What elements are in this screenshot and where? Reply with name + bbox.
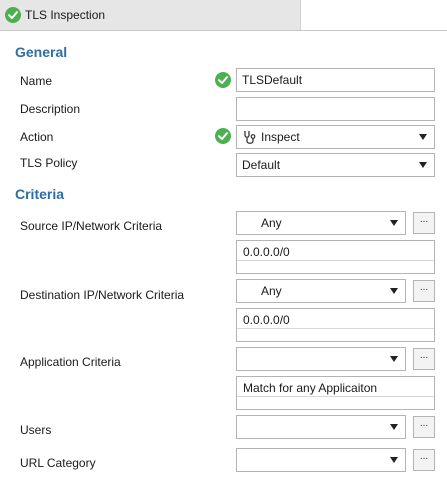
chevron-down-icon	[390, 356, 398, 362]
chevron-down-icon	[390, 220, 398, 226]
list-divider	[237, 260, 434, 261]
source-criteria-select[interactable]: Any	[236, 211, 406, 235]
description-label: Description	[20, 102, 81, 116]
source-criteria-select-value: Any	[261, 216, 282, 230]
action-label: Action	[20, 130, 54, 144]
application-criteria-browse-button[interactable]: ...	[413, 348, 435, 370]
tab-label: TLS Inspection	[25, 8, 106, 22]
description-input[interactable]	[236, 97, 435, 121]
source-criteria-list-item: 0.0.0.0/0	[243, 245, 290, 259]
section-general-heading: General	[15, 44, 68, 60]
application-criteria-list[interactable]: Match for any Applicaiton	[236, 376, 435, 410]
destination-criteria-select-value: Any	[261, 284, 282, 298]
tls-policy-value: Default	[242, 158, 281, 172]
chevron-down-icon	[419, 162, 427, 168]
tab-tls-inspection[interactable]: TLS Inspection	[0, 0, 301, 30]
url-category-browse-button[interactable]: ...	[413, 449, 435, 471]
list-divider	[237, 328, 434, 329]
users-select[interactable]	[236, 415, 406, 439]
list-divider	[237, 396, 434, 397]
application-criteria-select[interactable]	[236, 347, 406, 371]
tls-policy-select[interactable]: Default	[236, 153, 435, 177]
users-label: Users	[20, 423, 52, 437]
chevron-down-icon	[419, 134, 427, 140]
destination-criteria-label: Destination IP/Network Criteria	[20, 288, 185, 302]
valid-check-icon	[215, 128, 231, 144]
chevron-down-icon	[390, 424, 398, 430]
action-select[interactable]: Inspect	[236, 125, 435, 149]
chevron-down-icon	[390, 288, 398, 294]
users-browse-button[interactable]: ...	[413, 416, 435, 438]
tls-policy-label: TLS Policy	[20, 156, 78, 170]
destination-criteria-list[interactable]: 0.0.0.0/0	[236, 308, 435, 342]
application-criteria-list-item: Match for any Applicaiton	[243, 381, 378, 395]
section-criteria-heading: Criteria	[15, 186, 65, 202]
destination-criteria-list-item: 0.0.0.0/0	[243, 313, 290, 327]
name-input[interactable]: TLSDefault	[236, 68, 435, 92]
check-circle-icon	[5, 7, 21, 23]
destination-criteria-browse-button[interactable]: ...	[413, 280, 435, 302]
destination-criteria-select[interactable]: Any	[236, 279, 406, 303]
source-criteria-label: Source IP/Network Criteria	[20, 219, 163, 233]
name-label: Name	[20, 74, 53, 88]
source-criteria-list[interactable]: 0.0.0.0/0	[236, 240, 435, 274]
name-value: TLSDefault	[242, 73, 303, 87]
source-criteria-browse-button[interactable]: ...	[413, 212, 435, 234]
url-category-select[interactable]	[236, 448, 406, 472]
valid-check-icon	[215, 72, 231, 88]
application-criteria-label: Application Criteria	[20, 355, 121, 369]
action-value: Inspect	[261, 130, 300, 144]
stethoscope-icon	[244, 131, 256, 144]
url-category-label: URL Category	[20, 456, 96, 470]
chevron-down-icon	[390, 457, 398, 463]
